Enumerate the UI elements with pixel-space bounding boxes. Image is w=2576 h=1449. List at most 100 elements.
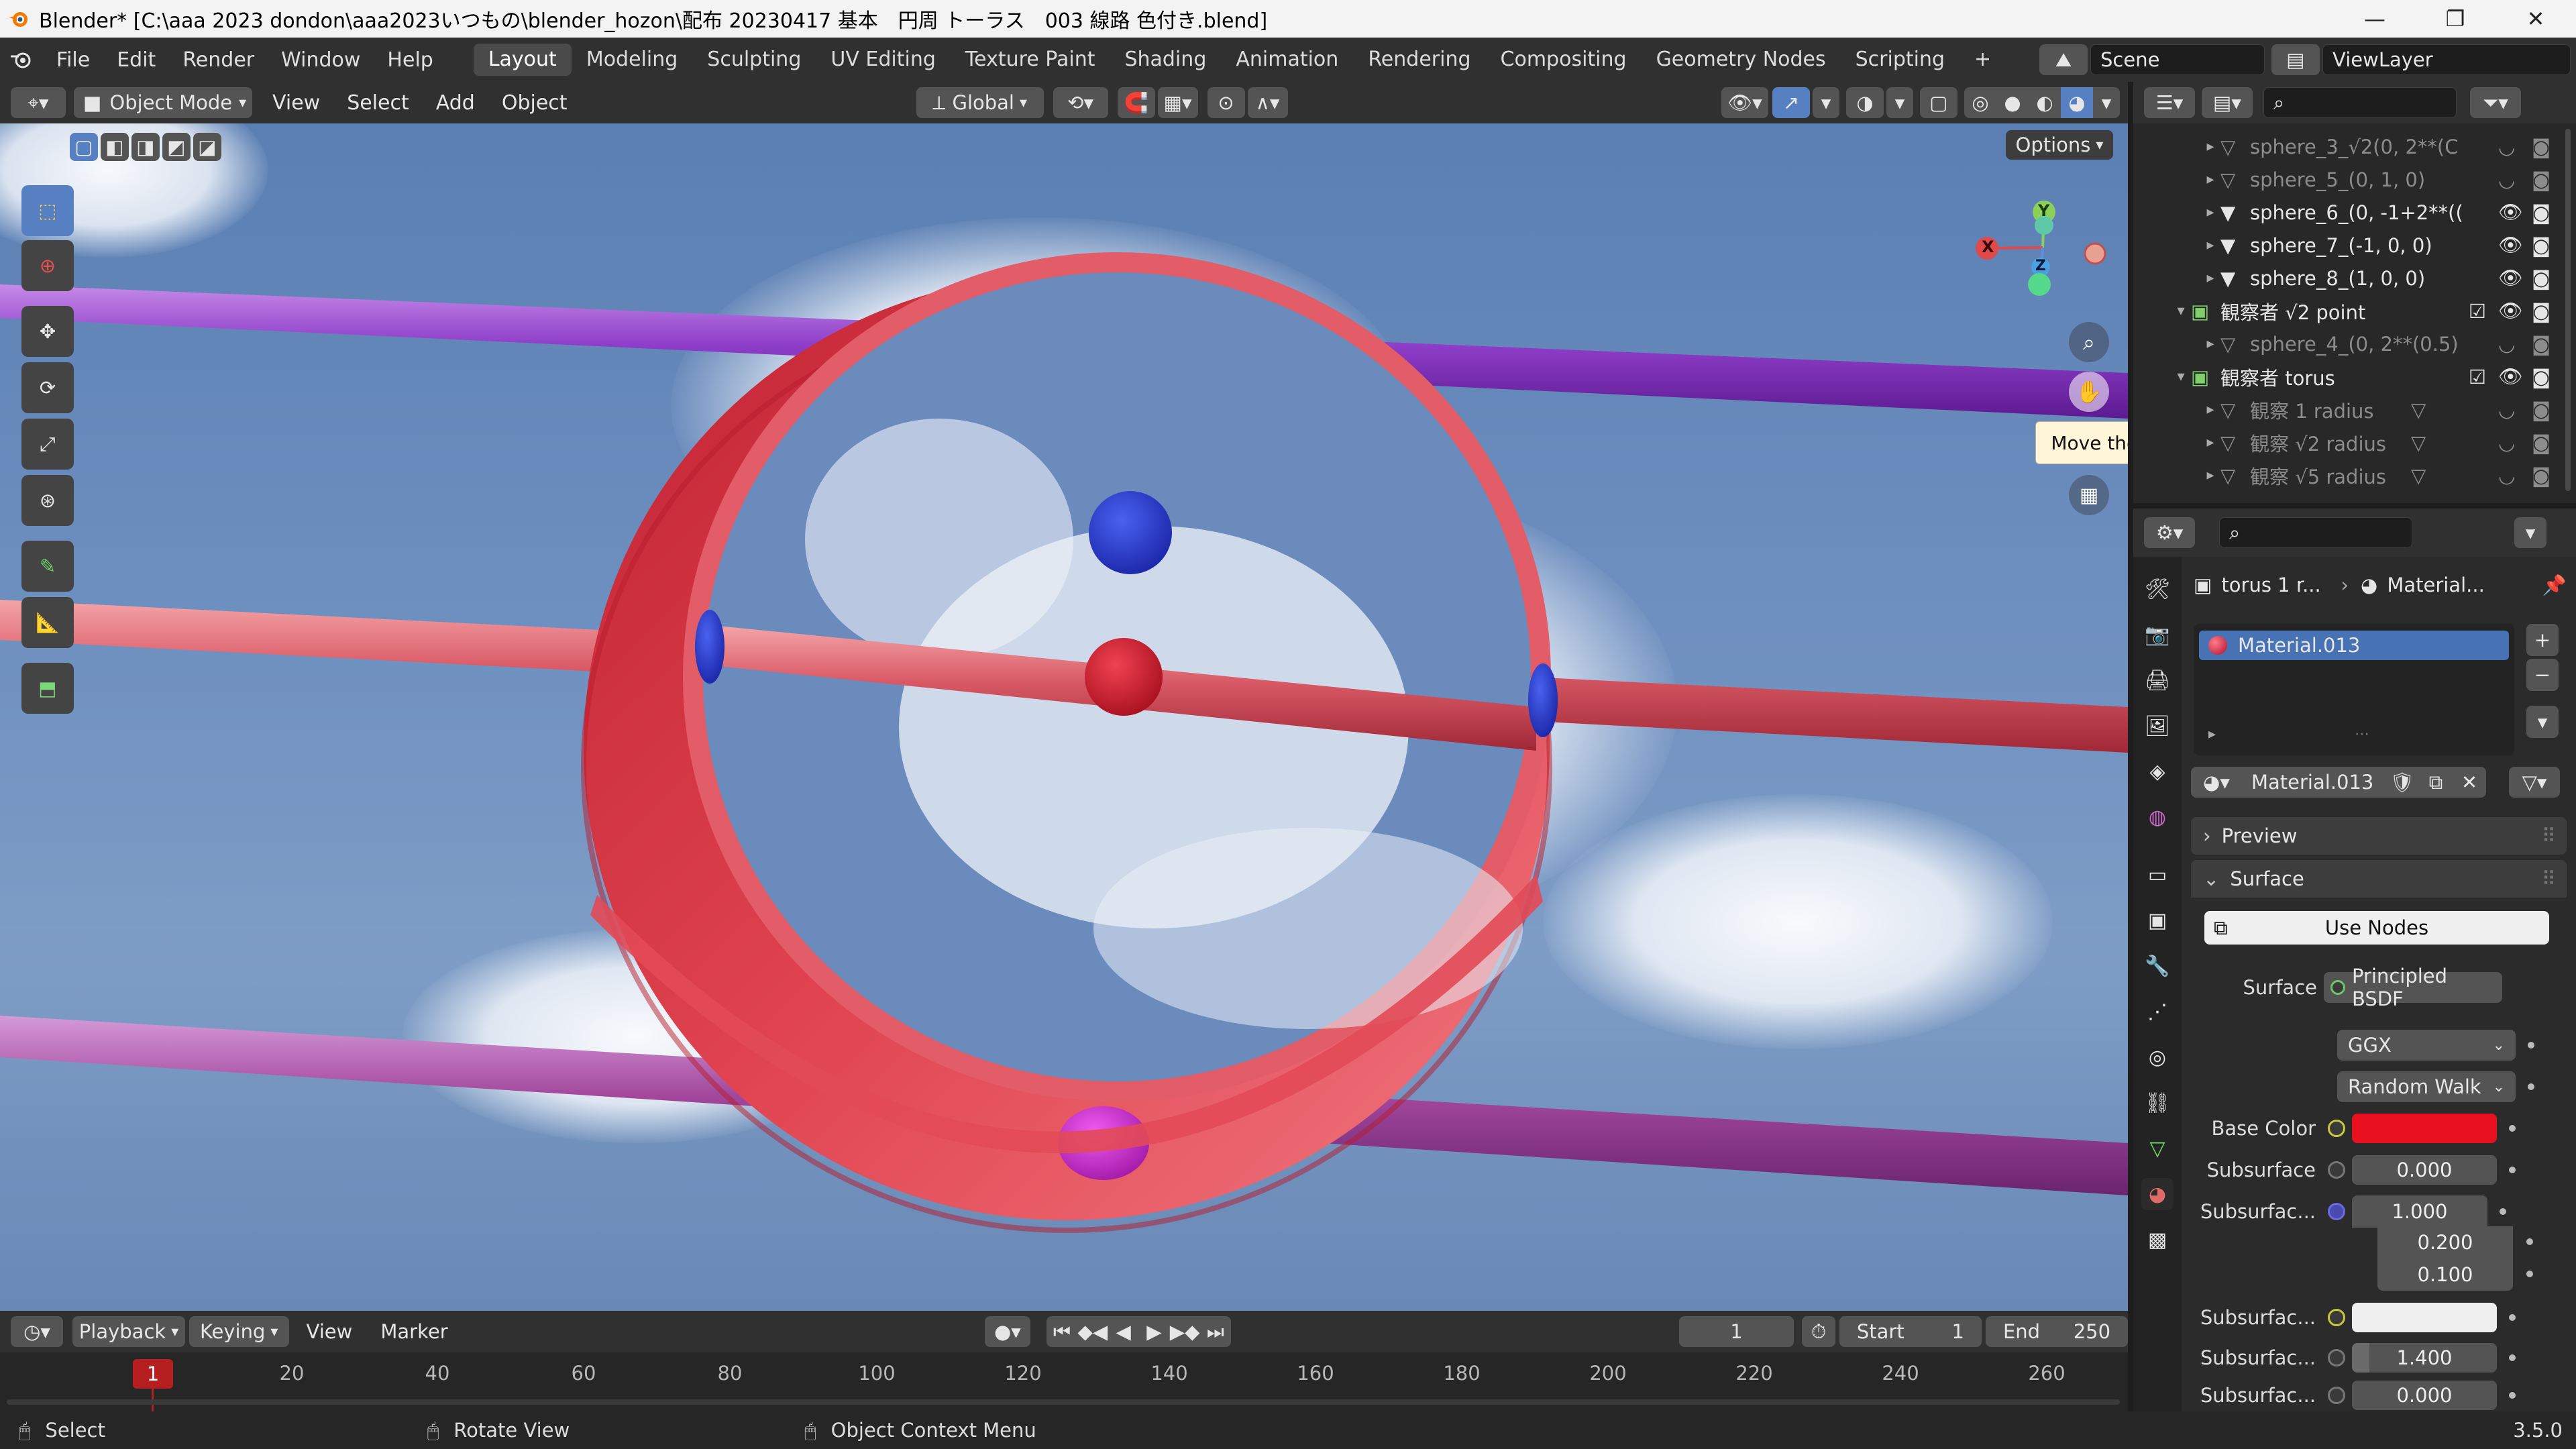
visibility-button[interactable]: 👁▾: [1721, 87, 1768, 118]
drag-handle-icon[interactable]: ⠿: [2542, 824, 2556, 847]
collection-tab-icon[interactable]: ▭: [2141, 859, 2174, 891]
menu-help[interactable]: Help: [374, 48, 446, 72]
outliner-search-input[interactable]: ⌕: [2263, 87, 2457, 118]
expand-icon[interactable]: ▸: [2200, 204, 2220, 221]
transform-tool-icon[interactable]: ⊛: [21, 475, 74, 526]
material-slot-item[interactable]: Material.013: [2199, 631, 2509, 660]
expand-icon[interactable]: ▸: [2200, 467, 2220, 484]
outliner-row[interactable]: ▸ ▽ sphere_5_(0, 1, 0) ◡ ◙: [2133, 163, 2576, 196]
view-layer-field[interactable]: ViewLayer: [2322, 44, 2571, 75]
data-tab-icon[interactable]: ▽: [2141, 1132, 2174, 1165]
camera-icon[interactable]: ◙: [2532, 168, 2551, 191]
play-reverse-icon[interactable]: ◀: [1108, 1316, 1139, 1347]
properties-search-input[interactable]: ⌕: [2219, 517, 2412, 548]
rotate-tool-icon[interactable]: ⟳: [21, 362, 74, 413]
menu-object[interactable]: Object: [488, 91, 581, 115]
modifier-tab-icon[interactable]: 🔧: [2141, 950, 2174, 982]
color-socket-icon[interactable]: [2328, 1120, 2345, 1137]
pin-icon[interactable]: 📌: [2542, 574, 2567, 597]
menu-add[interactable]: Add: [423, 91, 488, 115]
camera-icon[interactable]: ◙: [2532, 333, 2551, 356]
camera-icon[interactable]: ◙: [2532, 366, 2551, 388]
tab-scripting[interactable]: Scripting: [1841, 44, 1960, 76]
tab-uv-editing[interactable]: UV Editing: [816, 44, 951, 76]
keyframe-dot-icon[interactable]: [2509, 1314, 2516, 1321]
browse-material-icon[interactable]: ◕▾: [2191, 767, 2242, 798]
menu-edit[interactable]: Edit: [103, 48, 169, 72]
menu-window[interactable]: Window: [268, 48, 374, 72]
tab-shading[interactable]: Shading: [1110, 44, 1221, 76]
camera-icon[interactable]: ◙: [2532, 300, 2551, 323]
tab-layout[interactable]: Layout: [473, 44, 572, 76]
select-new-icon[interactable]: ▢: [70, 133, 98, 161]
surface-shader-button[interactable]: Principled BSDF: [2324, 965, 2502, 1010]
distribution-dropdown[interactable]: GGX ⌄: [2337, 1030, 2516, 1061]
duplicate-material-icon[interactable]: ⧉: [2419, 767, 2453, 798]
view-layer-icon[interactable]: ▤: [2271, 44, 2320, 75]
gizmo-dropdown[interactable]: ▾: [1813, 87, 1839, 118]
object-mode-dropdown[interactable]: ■ Object Mode ▾: [74, 87, 252, 118]
link-type-button[interactable]: ▽▾: [2509, 767, 2560, 798]
camera-icon[interactable]: ◙: [2532, 136, 2551, 158]
pivot-point-button[interactable]: ⟲▾: [1053, 87, 1108, 118]
outliner-editor-type-button[interactable]: ☰▾: [2144, 87, 2195, 118]
fake-user-icon[interactable]: 🛡: [2385, 767, 2419, 798]
select-subtract-icon[interactable]: ◨: [131, 133, 160, 161]
eye-hidden-icon[interactable]: ◡: [2498, 136, 2532, 158]
properties-editor-type-button[interactable]: ⚙▾: [2144, 517, 2195, 548]
options-dropdown[interactable]: Options ▾: [2006, 130, 2113, 160]
prev-keyframe-icon[interactable]: ◆◀: [1077, 1316, 1108, 1347]
outliner-row[interactable]: ▸ ▽ 観察 1 radius ▽ ◡ ◙: [2133, 393, 2576, 426]
overlay-dropdown[interactable]: ▾: [1886, 87, 1913, 118]
keyframe-dot-icon[interactable]: [2509, 1125, 2516, 1132]
hand-pan-icon[interactable]: ✋: [2069, 372, 2109, 412]
subsurface-radius-x[interactable]: 1.000: [2352, 1195, 2487, 1228]
next-keyframe-icon[interactable]: ▶◆: [1169, 1316, 1200, 1347]
timeline-scrollbar[interactable]: [7, 1399, 2120, 1405]
base-color-swatch[interactable]: [2352, 1114, 2497, 1143]
float-socket-icon[interactable]: [2328, 1349, 2345, 1366]
texture-tab-icon[interactable]: ▩: [2141, 1224, 2174, 1256]
camera-icon[interactable]: ◙: [2532, 431, 2551, 454]
checkbox-icon[interactable]: ☑: [2469, 366, 2498, 388]
proportional-edit-toggle[interactable]: ⊙: [1207, 87, 1245, 118]
collapse-icon[interactable]: ▾: [2171, 368, 2191, 385]
camera-icon[interactable]: ◙: [2532, 234, 2551, 257]
jump-start-icon[interactable]: ⏮: [1046, 1316, 1077, 1347]
tab-compositing[interactable]: Compositing: [1486, 44, 1642, 76]
resize-grip-icon[interactable]: ⋯: [2355, 726, 2369, 743]
tab-rendering[interactable]: Rendering: [1353, 44, 1485, 76]
expand-icon[interactable]: ▸: [2200, 270, 2220, 286]
auto-keying-toggle[interactable]: ●▾: [984, 1316, 1031, 1347]
collapse-icon[interactable]: ▾: [2171, 303, 2191, 319]
select-intersect-icon[interactable]: ◪: [193, 133, 221, 161]
menu-file[interactable]: File: [43, 48, 103, 72]
jump-end-icon[interactable]: ⏭: [1199, 1316, 1231, 1347]
use-nodes-button[interactable]: ⧉ Use Nodes: [2204, 911, 2549, 945]
expand-icon[interactable]: ▸: [2200, 237, 2220, 254]
outliner-row[interactable]: ▸ ▽ sphere_3_√2(0, 2**(C ◡ ◙: [2133, 130, 2576, 163]
eye-icon[interactable]: 👁: [2498, 266, 2532, 290]
keyframe-dot-icon[interactable]: [2509, 1392, 2516, 1399]
end-frame-field[interactable]: End 250: [1985, 1316, 2129, 1347]
camera-icon[interactable]: ◙: [2532, 398, 2551, 421]
shading-material-button[interactable]: ◐: [2029, 87, 2061, 118]
subsurface-radius-z[interactable]: 0.100: [2377, 1258, 2513, 1291]
view-layer-tab-icon[interactable]: 🖼: [2141, 710, 2174, 742]
render-tab-icon[interactable]: 📷: [2141, 619, 2174, 651]
subsurface-field[interactable]: 0.000: [2352, 1155, 2497, 1185]
expand-icon[interactable]: ▸: [2200, 335, 2220, 352]
play-icon[interactable]: ▶: [1138, 1316, 1170, 1347]
scale-tool-icon[interactable]: ⤢: [21, 419, 74, 470]
playback-menu[interactable]: Playback ▾: [72, 1316, 185, 1347]
outliner-row[interactable]: ▸ ▼ sphere_7_(-1, 0, 0) 👁 ◙: [2133, 229, 2576, 262]
expand-icon[interactable]: ▸: [2200, 434, 2220, 451]
scene-selector-icon[interactable]: ⛰: [2039, 44, 2088, 75]
annotate-tool-icon[interactable]: ✎: [21, 541, 74, 592]
eye-hidden-icon[interactable]: ◡: [2498, 431, 2532, 454]
3d-viewport[interactable]: ▢ ◧ ◨ ◩ ◪ ⬚ ⊕ ✥ ⟳ ⤢ ⊛ ✎ 📐 ⬒ Options ▾ Y …: [0, 123, 2128, 1311]
material-name-field[interactable]: Material.013: [2242, 767, 2385, 798]
timeline-menu-marker[interactable]: Marker: [380, 1320, 447, 1343]
subsurface-ior-field[interactable]: 1.400: [2352, 1343, 2497, 1373]
outliner-row[interactable]: ▸ ▽ 観察 √5 radius ▽ ◡ ◙: [2133, 459, 2576, 492]
